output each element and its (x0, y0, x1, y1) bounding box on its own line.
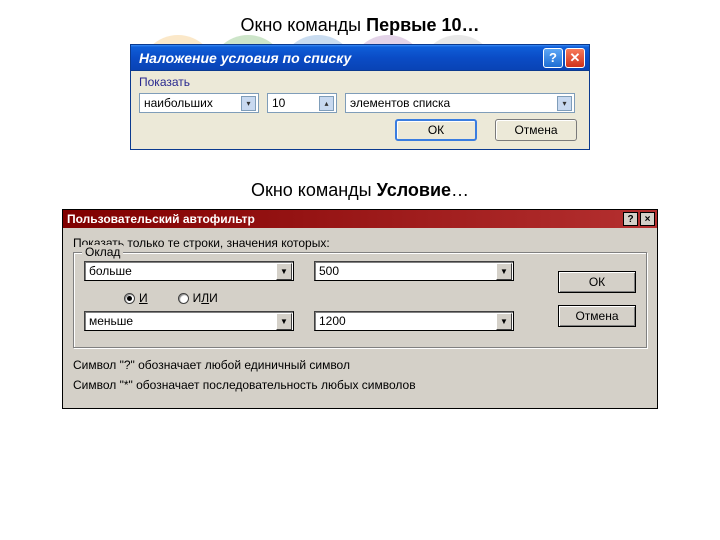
radio-dot-icon (178, 293, 189, 304)
show-group-label: Показать (139, 75, 581, 89)
unit-combo-value: элементов списка (350, 96, 450, 110)
chevron-down-icon: ▼ (496, 313, 512, 330)
mode-combo[interactable]: наибольших ▾ (139, 93, 259, 113)
help-button[interactable]: ? (623, 212, 638, 226)
chevron-down-icon: ▾ (557, 96, 572, 111)
top10-title: Наложение условия по списку (139, 50, 541, 66)
ok-button[interactable]: ОК (558, 271, 636, 293)
salary-legend: Оклад (82, 245, 123, 259)
autofilter-titlebar: Пользовательский автофильтр ? × (63, 210, 657, 228)
operator1-combo[interactable]: больше ▼ (84, 261, 294, 281)
radio-or[interactable]: ИЛИ (178, 291, 218, 305)
value1-combo[interactable]: 500 ▼ (314, 261, 514, 281)
autofilter-dialog: Пользовательский автофильтр ? × Показать… (62, 209, 658, 409)
heading-top10: Окно команды Первые 10… (60, 15, 660, 36)
radio-and[interactable]: И (124, 291, 148, 305)
value1-text: 500 (319, 264, 339, 278)
close-button[interactable]: ✕ (565, 48, 585, 68)
chevron-down-icon: ▼ (496, 263, 512, 280)
ok-button[interactable]: ОК (395, 119, 477, 141)
value2-text: 1200 (319, 314, 346, 328)
cancel-button[interactable]: Отмена (495, 119, 577, 141)
top10-dialog: Наложение условия по списку ? ✕ Показать… (130, 44, 590, 150)
value2-combo[interactable]: 1200 ▼ (314, 311, 514, 331)
top10-titlebar: Наложение условия по списку ? ✕ (131, 45, 589, 71)
count-value: 10 (272, 96, 285, 110)
heading-condition: Окно команды Условие… (60, 180, 660, 201)
hint-asterisk: Символ "*" обозначает последовательность… (73, 378, 647, 392)
radio-or-label: ИЛИ (193, 291, 218, 305)
mode-combo-value: наибольших (144, 96, 213, 110)
operator1-value: больше (89, 264, 132, 278)
unit-combo[interactable]: элементов списка ▾ (345, 93, 575, 113)
autofilter-title: Пользовательский автофильтр (67, 212, 621, 226)
count-spinner[interactable]: 10 ▴ (267, 93, 337, 113)
prompt-label: Показать только те строки, значения кото… (73, 236, 647, 250)
operator2-combo[interactable]: меньше ▼ (84, 311, 294, 331)
radio-and-label: И (139, 291, 148, 305)
close-button[interactable]: × (640, 212, 655, 226)
salary-group: Оклад больше ▼ 500 ▼ И (73, 252, 647, 348)
radio-dot-icon (124, 293, 135, 304)
chevron-down-icon: ▾ (241, 96, 256, 111)
operator2-value: меньше (89, 314, 133, 328)
chevron-down-icon: ▼ (276, 313, 292, 330)
hint-question-mark: Символ "?" обозначает любой единичный си… (73, 358, 647, 372)
chevron-down-icon: ▼ (276, 263, 292, 280)
spinner-icon: ▴ (319, 96, 334, 111)
help-button[interactable]: ? (543, 48, 563, 68)
cancel-button[interactable]: Отмена (558, 305, 636, 327)
